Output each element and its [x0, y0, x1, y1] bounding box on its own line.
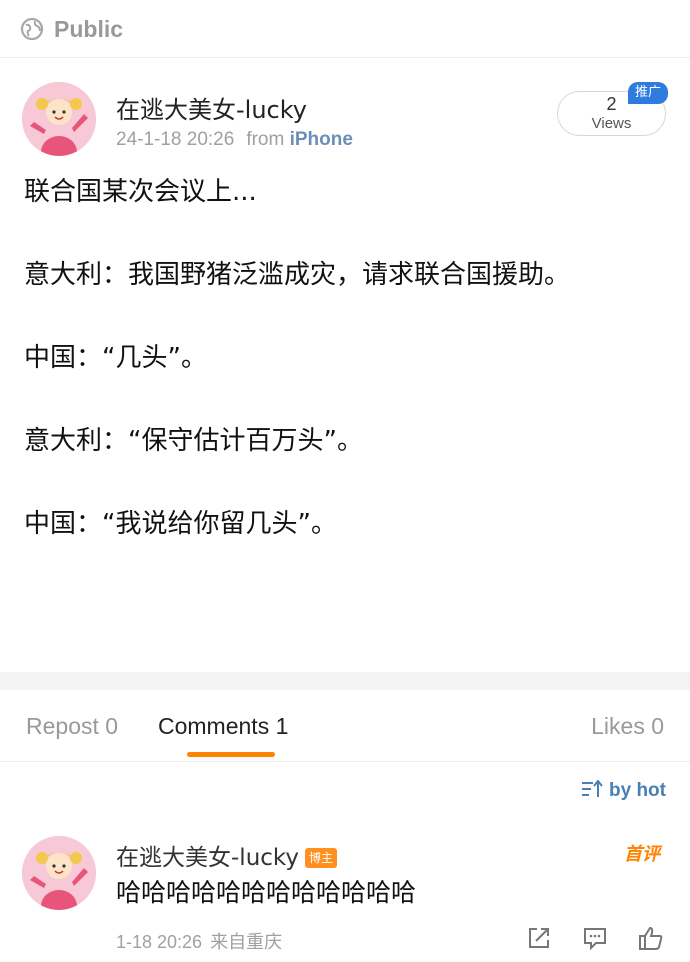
commenter-avatar[interactable] [22, 836, 96, 910]
post-time: 24-1-18 20:26 [116, 129, 235, 150]
post-paragraph: 意大利：我国野猪泛滥成灾，请求联合国援助。 [24, 260, 571, 290]
tab-likes[interactable]: Likes 0 [591, 713, 664, 740]
comment-text: 哈哈哈哈哈哈哈哈哈哈哈哈 [116, 878, 417, 907]
visibility-label: Public [54, 16, 124, 42]
post-device[interactable]: iPhone [290, 129, 353, 150]
promote-tag[interactable]: 推广 [628, 82, 668, 104]
author-name[interactable]: 在逃大美女-lucky [116, 90, 307, 125]
like-icon[interactable] [638, 925, 664, 951]
top-bar: Public [0, 0, 690, 58]
sort-icon [582, 780, 603, 797]
post-meta: 24-1-18 20:26 from iPhone [116, 129, 353, 151]
comment-meta: 1-18 20:26 来自重庆 [116, 928, 282, 954]
section-divider [0, 672, 690, 690]
post-paragraph: 中国：“几头”。 [24, 343, 207, 373]
comment-icon[interactable] [582, 925, 608, 951]
post-paragraph: 联合国某次会议上... [24, 177, 257, 207]
author-badge: 博主 [305, 848, 338, 868]
commenter-name-text: 在逃大美女-lucky [116, 845, 300, 871]
avatar-illustration [22, 82, 96, 156]
tab-repost[interactable]: Repost 0 [26, 713, 118, 740]
views-label: Views [591, 115, 632, 132]
share-icon[interactable] [526, 925, 552, 951]
tab-comments[interactable]: Comments 1 [158, 713, 288, 740]
sort-button[interactable]: by hot [581, 780, 666, 802]
interaction-tabs: Repost 0 Comments 1 Likes 0 [0, 690, 690, 762]
active-tab-indicator [187, 752, 275, 757]
post-paragraph: 意大利：“保守估计百万头”。 [24, 426, 363, 456]
comment-location: 来自重庆 [210, 932, 283, 952]
post-content: 联合国某次会议上... 意大利：我国野猪泛滥成灾，请求联合国援助。 中国：“几头… [24, 172, 674, 544]
post-paragraph: 中国：“我说给你留几头”。 [24, 509, 337, 539]
first-comment-tag: 首评 [624, 844, 660, 865]
commenter-name[interactable]: 在逃大美女-lucky 博主 [116, 838, 338, 872]
comment-time: 1-18 20:26 [116, 932, 203, 952]
author-avatar[interactable] [22, 82, 96, 156]
sort-label: by hot [609, 780, 666, 801]
from-label: from [246, 129, 285, 150]
globe-icon [20, 17, 44, 41]
avatar-illustration [22, 836, 96, 910]
